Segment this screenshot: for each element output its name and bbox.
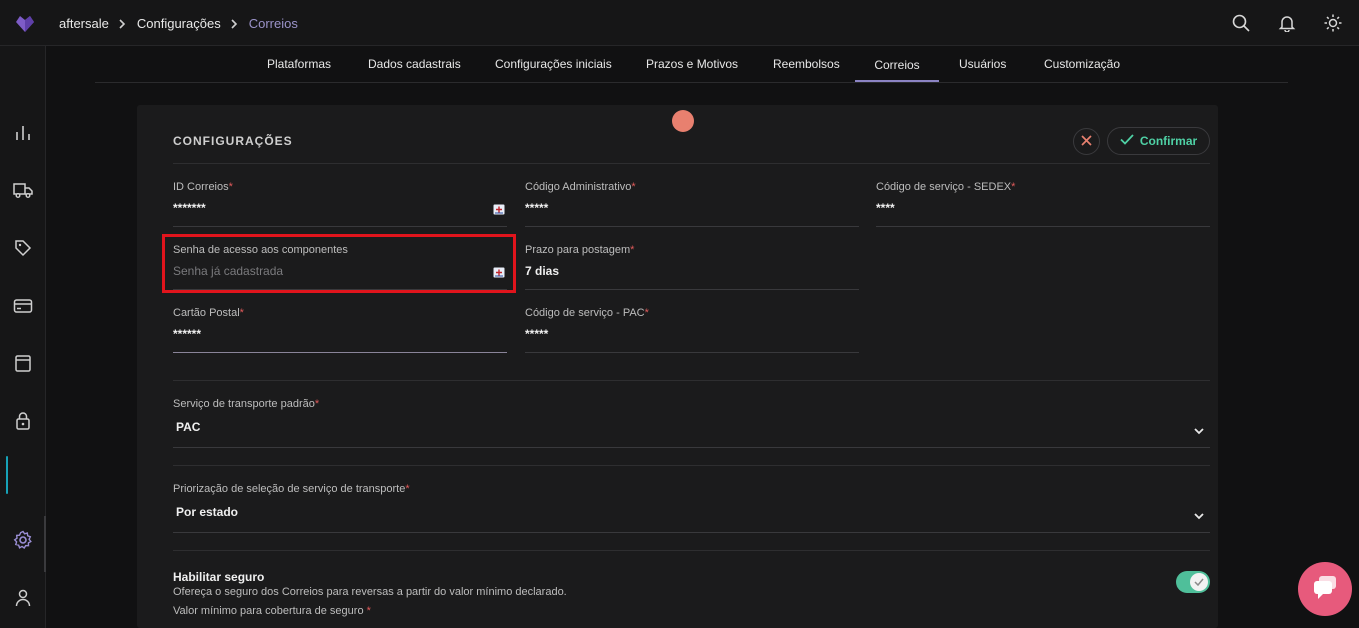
tab-correios[interactable]: Correios: [855, 58, 939, 82]
required-mark: *: [644, 307, 649, 319]
transporte-padrao-select[interactable]: Serviço de transporte padrão* PAC: [173, 398, 1210, 448]
insurance-toggle[interactable]: [1176, 571, 1210, 593]
tab-plataformas[interactable]: Plataformas: [267, 57, 331, 71]
field-label: Priorização de seleção de serviço de tra…: [173, 483, 406, 495]
field-value: *****: [525, 327, 549, 341]
field-label: ID Correios: [173, 181, 229, 193]
search-icon[interactable]: [1229, 11, 1253, 35]
cancel-button[interactable]: [1073, 128, 1100, 155]
insurance-description: Ofereça o seguro dos Correios para rever…: [173, 586, 567, 598]
breadcrumb-aftersale[interactable]: aftersale: [59, 16, 109, 31]
confirm-button[interactable]: Confirmar: [1107, 127, 1210, 155]
priorizacao-select[interactable]: Priorização de seleção de serviço de tra…: [173, 483, 1210, 533]
required-mark: *: [228, 181, 233, 193]
chat-bubble-icon: [1311, 573, 1339, 606]
sidebar-item-tags[interactable]: [0, 235, 46, 265]
divider: [173, 550, 1210, 551]
cartao-postal-field[interactable]: Cartão Postal* ******: [173, 307, 507, 353]
user-icon: [14, 588, 32, 613]
breadcrumb: aftersale Configurações Correios: [59, 16, 298, 31]
sidebar-item-shipping[interactable]: [0, 177, 46, 207]
prazo-postagem-field[interactable]: Prazo para postagem* 7 dias: [525, 244, 859, 290]
field-label: Serviço de transporte padrão: [173, 398, 315, 410]
active-indicator: [6, 456, 8, 494]
sidebar: [0, 46, 46, 628]
close-icon: [1081, 133, 1092, 151]
tag-icon: [14, 239, 32, 262]
settings-card: CONFIGURAÇÕES Confirmar ID Correios* ***…: [137, 105, 1218, 628]
chevron-down-icon: [1194, 422, 1204, 435]
field-value: 7 dias: [525, 264, 560, 278]
highlight-box: [162, 234, 516, 293]
sidebar-item-payments[interactable]: [0, 293, 46, 323]
status-dot: [672, 110, 694, 132]
check-icon: [1120, 134, 1134, 148]
lock-icon: [14, 411, 32, 436]
truck-icon: [13, 181, 33, 204]
sidebar-item-security[interactable]: [0, 408, 46, 438]
field-value: ****: [876, 201, 895, 215]
divider: [173, 163, 1210, 164]
required-mark: *: [314, 398, 320, 410]
required-mark: *: [366, 605, 371, 617]
field-label: Código Administrativo: [525, 181, 632, 193]
codigo-sedex-field[interactable]: Código de serviço - SEDEX* ****: [876, 181, 1210, 227]
required-mark: *: [630, 244, 635, 256]
chevron-down-icon: [1194, 507, 1204, 520]
bell-icon[interactable]: [1275, 11, 1299, 35]
select-value: PAC: [176, 420, 201, 434]
check-icon: [1194, 573, 1204, 591]
password-manager-icon[interactable]: [493, 202, 505, 215]
breadcrumb-correios: Correios: [248, 16, 298, 31]
select-value: Por estado: [176, 505, 239, 519]
required-mark: *: [631, 181, 636, 193]
sidebar-item-settings[interactable]: [0, 527, 46, 557]
field-label: Prazo para postagem: [525, 244, 631, 256]
chevron-right-icon: [109, 18, 137, 29]
gear-icon: [13, 530, 33, 555]
tab-prazos-motivos[interactable]: Prazos e Motivos: [646, 57, 738, 71]
credit-card-icon: [13, 298, 33, 319]
tab-reembolsos[interactable]: Reembolsos: [773, 57, 840, 71]
tab-dados-cadastrais[interactable]: Dados cadastrais: [368, 57, 461, 71]
breadcrumb-configuracoes[interactable]: Configurações: [137, 16, 221, 31]
divider: [173, 380, 1210, 381]
divider: [173, 465, 1210, 466]
field-value: *******: [173, 201, 206, 215]
logo-icon[interactable]: [14, 12, 36, 34]
sidebar-item-orders[interactable]: [0, 350, 46, 380]
tab-bar: Plataformas Dados cadastrais Configuraçõ…: [95, 47, 1288, 83]
field-value: *****: [525, 201, 549, 215]
top-bar: aftersale Configurações Correios: [0, 0, 1359, 46]
id-correios-field[interactable]: ID Correios* *******: [173, 181, 507, 227]
chevron-right-icon: [221, 18, 249, 29]
required-mark: *: [1011, 181, 1016, 193]
tab-configuracoes-iniciais[interactable]: Configurações iniciais: [495, 57, 612, 71]
field-label: Código de serviço - SEDEX: [876, 181, 1012, 193]
field-label: Código de serviço - PAC: [525, 307, 645, 319]
bar-chart-icon: [14, 124, 32, 147]
field-label: Cartão Postal: [173, 307, 240, 319]
field-value: ******: [173, 327, 202, 341]
codigo-pac-field[interactable]: Código de serviço - PAC* *****: [525, 307, 859, 353]
bag-icon: [14, 353, 32, 378]
required-mark: *: [405, 483, 410, 495]
tab-customizacao[interactable]: Customização: [1044, 57, 1120, 71]
required-mark: *: [239, 307, 244, 319]
confirm-label: Confirmar: [1139, 134, 1198, 148]
codigo-administrativo-field[interactable]: Código Administrativo* *****: [525, 181, 859, 227]
tab-usuarios[interactable]: Usuários: [959, 57, 1006, 71]
chat-button[interactable]: [1298, 562, 1352, 616]
sidebar-item-profile[interactable]: [0, 585, 46, 615]
insurance-min-label: Valor mínimo para cobertura de seguro: [173, 605, 364, 617]
section-title: CONFIGURAÇÕES: [173, 134, 293, 148]
theme-sun-icon[interactable]: [1321, 11, 1345, 35]
insurance-title: Habilitar seguro: [173, 570, 265, 584]
sidebar-item-dashboard[interactable]: [0, 120, 46, 150]
